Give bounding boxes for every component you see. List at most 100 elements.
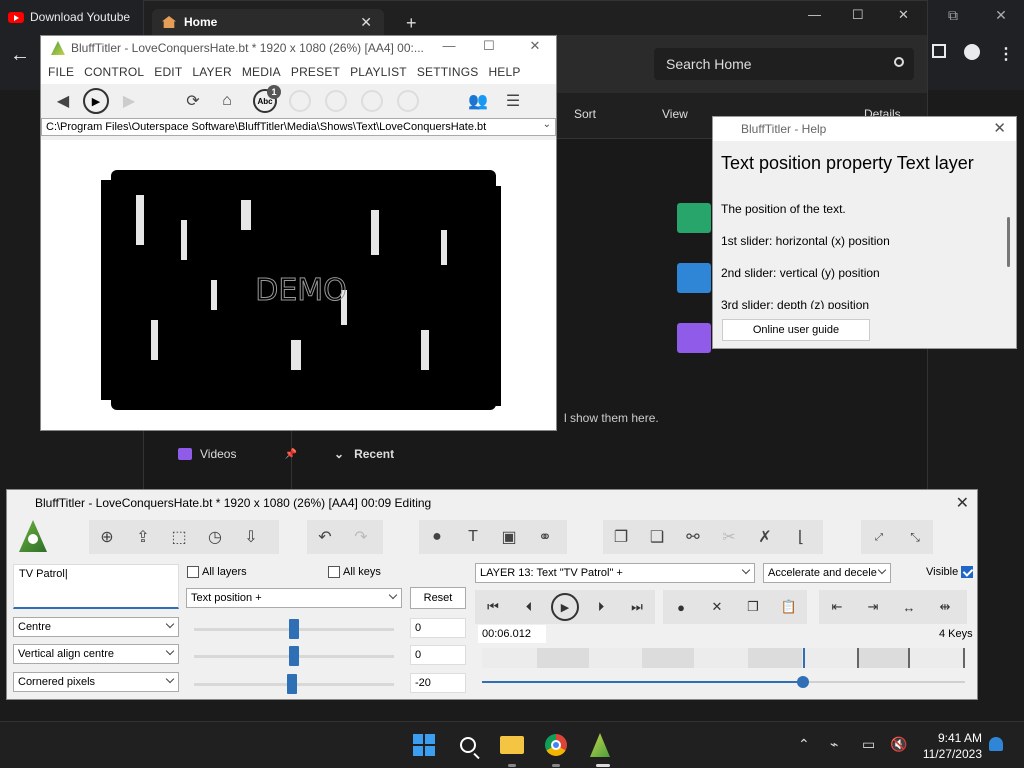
search-button[interactable] [455, 732, 481, 758]
next-key-icon[interactable]: ⇥ [855, 590, 891, 624]
pictures-folder-icon[interactable] [677, 263, 711, 293]
minimize-icon[interactable]: — [429, 38, 469, 53]
current-time-input[interactable]: 00:06.012 [478, 625, 546, 643]
link-layer-icon[interactable]: ⚯ [675, 520, 711, 554]
refresh-icon[interactable]: ⟳ [181, 89, 205, 113]
file-explorer-taskbar-button[interactable] [499, 732, 525, 758]
spread-keys-icon[interactable]: ↔ [891, 590, 927, 624]
picture-layer-icon[interactable] [289, 90, 311, 112]
redo-icon[interactable]: ↷ [343, 520, 379, 554]
property-select[interactable]: Text position + [186, 588, 402, 608]
paste-key-icon[interactable]: 📋 [771, 590, 807, 624]
all-keys-checkbox[interactable]: All keys [328, 566, 381, 578]
maximize-icon[interactable]: ☐ [852, 7, 864, 23]
prev-key-icon[interactable]: ⇤ [819, 590, 855, 624]
new-tab-icon[interactable]: + [406, 13, 417, 34]
z-slider-thumb[interactable] [287, 674, 297, 694]
menu-edit[interactable]: EDIT [153, 65, 191, 79]
chrome-taskbar-button[interactable] [543, 732, 569, 758]
keyframe-marker[interactable] [857, 648, 859, 668]
keyframe-marker[interactable] [963, 648, 965, 668]
layer-select[interactable]: LAYER 13: Text "TV Patrol" + [475, 563, 755, 583]
render-preview[interactable]: DEMO [41, 140, 556, 430]
volume-icon[interactable]: 🔇 [890, 736, 907, 753]
close-icon[interactable]: ✕ [993, 119, 1006, 137]
users-icon[interactable]: 👥 [463, 89, 493, 113]
expand-image-icon[interactable]: ⤡ [897, 520, 933, 554]
show-path-select[interactable]: C:\Program Files\Outerspace Software\Blu… [41, 118, 556, 136]
copy-key-icon[interactable]: ❐ [735, 590, 771, 624]
crop-icon[interactable]: ⬚ [161, 520, 197, 554]
keyframe-marker[interactable] [908, 648, 910, 668]
videos-folder-icon[interactable] [677, 323, 711, 353]
menu-media[interactable]: MEDIA [241, 65, 290, 79]
expand-text-icon[interactable]: ⤢ [861, 520, 897, 554]
explorer-tab-home[interactable]: Home ✕ [152, 9, 384, 35]
playhead-slider[interactable] [482, 676, 965, 688]
effect-layer-icon[interactable] [397, 90, 419, 112]
undo-icon[interactable]: ↶ [307, 520, 343, 554]
z-value-input[interactable]: -20 [410, 673, 466, 693]
particle-layer-icon[interactable] [325, 90, 347, 112]
menu-help[interactable]: HELP [487, 65, 529, 79]
all-layers-checkbox[interactable]: All layers [187, 566, 247, 578]
view-button[interactable]: View [662, 107, 688, 121]
next-icon[interactable]: ▶ [117, 89, 141, 113]
delete-layer-icon[interactable]: ✗ [747, 520, 783, 554]
layer-text-input[interactable]: TV Patrol| [13, 564, 179, 609]
pixel-style-select[interactable]: Cornered pixels [13, 672, 179, 692]
center-keys-icon[interactable]: ⇹ [927, 590, 963, 624]
skip-to-end-icon[interactable]: ⏭ [619, 590, 655, 624]
parent-layer-icon[interactable]: ⌊ [783, 520, 819, 554]
keyframe-timeline[interactable] [482, 648, 965, 668]
help-scrollbar[interactable] [1007, 217, 1010, 267]
step-back-icon[interactable]: ⏴ [511, 590, 547, 624]
y-slider-thumb[interactable] [289, 646, 299, 666]
play-button[interactable]: ▶ [83, 88, 109, 114]
online-user-guide-button[interactable]: Online user guide [722, 319, 870, 341]
downloads-folder-icon[interactable] [677, 203, 711, 233]
horizontal-align-select[interactable]: Centre [13, 617, 179, 637]
hamburger-menu-icon[interactable]: ☰ [501, 89, 525, 113]
sort-button[interactable]: Sort [574, 107, 596, 121]
add-layer-icon[interactable]: ⊕ [89, 520, 125, 554]
profile-icon[interactable] [964, 44, 980, 60]
system-clock[interactable]: 9:41 AM 11/27/2023 [918, 730, 982, 762]
x-slider-thumb[interactable] [289, 619, 299, 639]
menu-settings[interactable]: SETTINGS [416, 65, 488, 79]
text-layer-icon[interactable]: Abc 1 [253, 85, 281, 113]
playhead-slider-thumb[interactable] [797, 676, 810, 688]
explorer-search-input[interactable]: Search Home [654, 48, 914, 80]
recent-section-header[interactable]: ⌄ Recent [334, 447, 394, 461]
timeline-playhead[interactable] [803, 648, 806, 668]
restore-icon[interactable]: ⧉ [930, 0, 976, 30]
shape-layer-icon[interactable] [361, 90, 383, 112]
clock-icon[interactable]: ◷ [197, 520, 233, 554]
record-key-icon[interactable]: ● [663, 590, 699, 624]
menu-control[interactable]: CONTROL [83, 65, 153, 79]
menu-preset[interactable]: PRESET [290, 65, 349, 79]
close-tab-icon[interactable]: ✕ [360, 14, 372, 31]
previous-icon[interactable]: ◀ [51, 89, 75, 113]
export-icon[interactable]: ⇪ [125, 520, 161, 554]
close-icon[interactable]: ✕ [956, 493, 969, 513]
play-pause-button[interactable]: ▶ [547, 590, 583, 624]
image-icon[interactable]: ▣ [491, 520, 527, 554]
more-icon[interactable]: ⋮ [998, 44, 1014, 64]
step-forward-icon[interactable]: ⏵ [583, 590, 619, 624]
visible-checkbox[interactable]: Visible [926, 566, 974, 578]
menu-layer[interactable]: LAYER [191, 65, 240, 79]
browser-tab[interactable]: Download Youtube [8, 4, 148, 30]
skip-to-start-icon[interactable]: ⏮ [475, 590, 511, 624]
import-icon[interactable]: ⇩ [233, 520, 269, 554]
back-arrow-icon[interactable]: ← [10, 44, 30, 67]
copy-layer-icon[interactable]: ❐ [603, 520, 639, 554]
start-button[interactable] [411, 732, 437, 758]
menu-playlist[interactable]: PLAYLIST [349, 65, 416, 79]
delete-key-icon[interactable]: ✕ [699, 590, 735, 624]
minimize-icon[interactable]: — [808, 7, 821, 22]
maximize-icon[interactable]: ☐ [469, 38, 509, 54]
close-icon[interactable]: ✕ [515, 38, 555, 54]
home-icon[interactable]: ⌂ [215, 89, 239, 113]
blufftitler-taskbar-button[interactable] [587, 732, 613, 758]
